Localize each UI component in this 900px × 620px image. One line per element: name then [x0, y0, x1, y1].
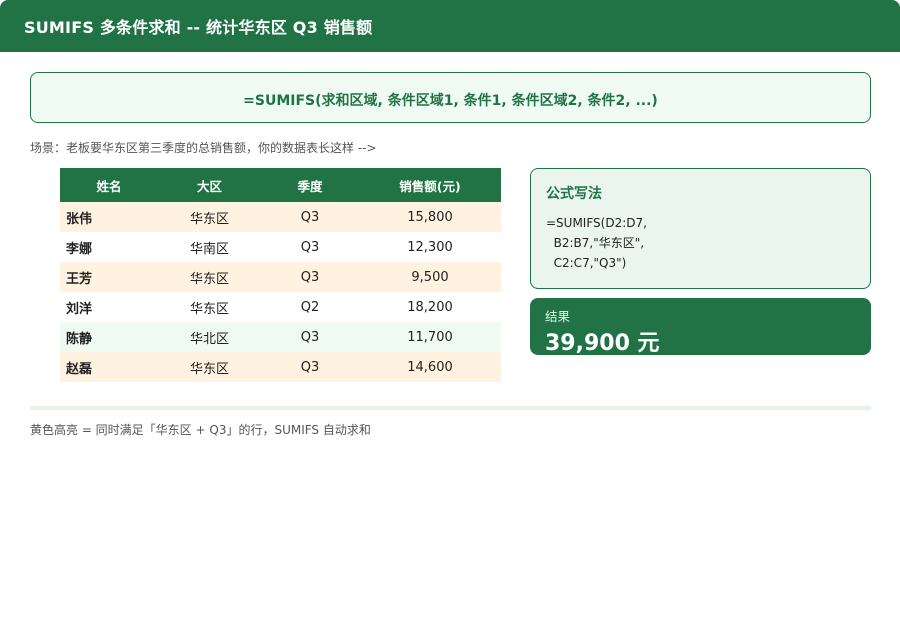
table-row: 张伟 华东区 Q3 15,800 [60, 202, 501, 232]
cell-name: 刘洋 [60, 292, 158, 322]
cell-sales: 15,800 [359, 202, 501, 232]
cell-quarter: Q3 [261, 322, 359, 352]
table-row: 王芳 华东区 Q3 9,500 [60, 262, 501, 292]
table-row: 陈静 华北区 Q3 11,700 [60, 322, 501, 352]
formula-syntax-box: =SUMIFS(求和区域, 条件区域1, 条件1, 条件区域2, 条件2, ..… [30, 72, 871, 123]
cell-region: 华东区 [158, 292, 261, 322]
sales-table: 姓名 大区 季度 销售额(元) 张伟 华东区 Q3 15,800 李娜 华南区 Q3 12,3… [60, 168, 501, 382]
column-header-sales: 销售额(元) [359, 168, 501, 202]
formula-syntax-text: =SUMIFS(求和区域, 条件区域1, 条件1, 条件区域2, 条件2, ..… [243, 92, 658, 109]
cell-sales: 11,700 [359, 322, 501, 352]
cell-quarter: Q3 [261, 232, 359, 262]
column-header-region: 大区 [158, 168, 261, 202]
cell-name: 赵磊 [60, 352, 158, 382]
page-title: SUMIFS 多条件求和 -- 统计华东区 Q3 销售额 [24, 18, 373, 37]
result-value: 39,900 元 [545, 331, 660, 356]
cell-name: 张伟 [60, 202, 158, 232]
cell-sales: 18,200 [359, 292, 501, 322]
footnote-text: 黄色高亮 = 同时满足「华东区 + Q3」的行，SUMIFS 自动求和 [30, 423, 371, 437]
cell-sales: 12,300 [359, 232, 501, 262]
cell-region: 华东区 [158, 202, 261, 232]
cell-name: 王芳 [60, 262, 158, 292]
table-row: 赵磊 华东区 Q3 14,600 [60, 352, 501, 382]
table-row: 刘洋 华东区 Q2 18,200 [60, 292, 501, 322]
cell-region: 华北区 [158, 322, 261, 352]
cell-quarter: Q2 [261, 292, 359, 322]
table-header-row: 姓名 大区 季度 销售额(元) [60, 168, 501, 202]
divider [30, 406, 871, 410]
scenario-text: 场景：老板要华东区第三季度的总销售额，你的数据表长这样 --> [30, 141, 377, 155]
formula-line: =SUMIFS(D2:D7, [546, 216, 647, 230]
result-label: 结果 [545, 309, 571, 324]
cell-quarter: Q3 [261, 352, 359, 382]
cell-sales: 14,600 [359, 352, 501, 382]
formula-line: B2:B7,"华东区", [546, 236, 645, 250]
column-header-name: 姓名 [60, 168, 158, 202]
cell-region: 华东区 [158, 262, 261, 292]
title-bar: SUMIFS 多条件求和 -- 统计华东区 Q3 销售额 [0, 0, 900, 52]
formula-card-title: 公式写法 [546, 186, 602, 202]
formula-card: 公式写法 =SUMIFS(D2:D7, B2:B7,"华东区", C2:C7,"… [530, 168, 871, 289]
cell-sales: 9,500 [359, 262, 501, 292]
cell-quarter: Q3 [261, 262, 359, 292]
cell-quarter: Q3 [261, 202, 359, 232]
cell-name: 李娜 [60, 232, 158, 262]
formula-line: C2:C7,"Q3") [546, 256, 627, 270]
table-row: 李娜 华南区 Q3 12,300 [60, 232, 501, 262]
cell-region: 华东区 [158, 352, 261, 382]
result-card: 结果 39,900 元 [530, 298, 871, 356]
cell-region: 华南区 [158, 232, 261, 262]
column-header-quarter: 季度 [261, 168, 359, 202]
cell-name: 陈静 [60, 322, 158, 352]
